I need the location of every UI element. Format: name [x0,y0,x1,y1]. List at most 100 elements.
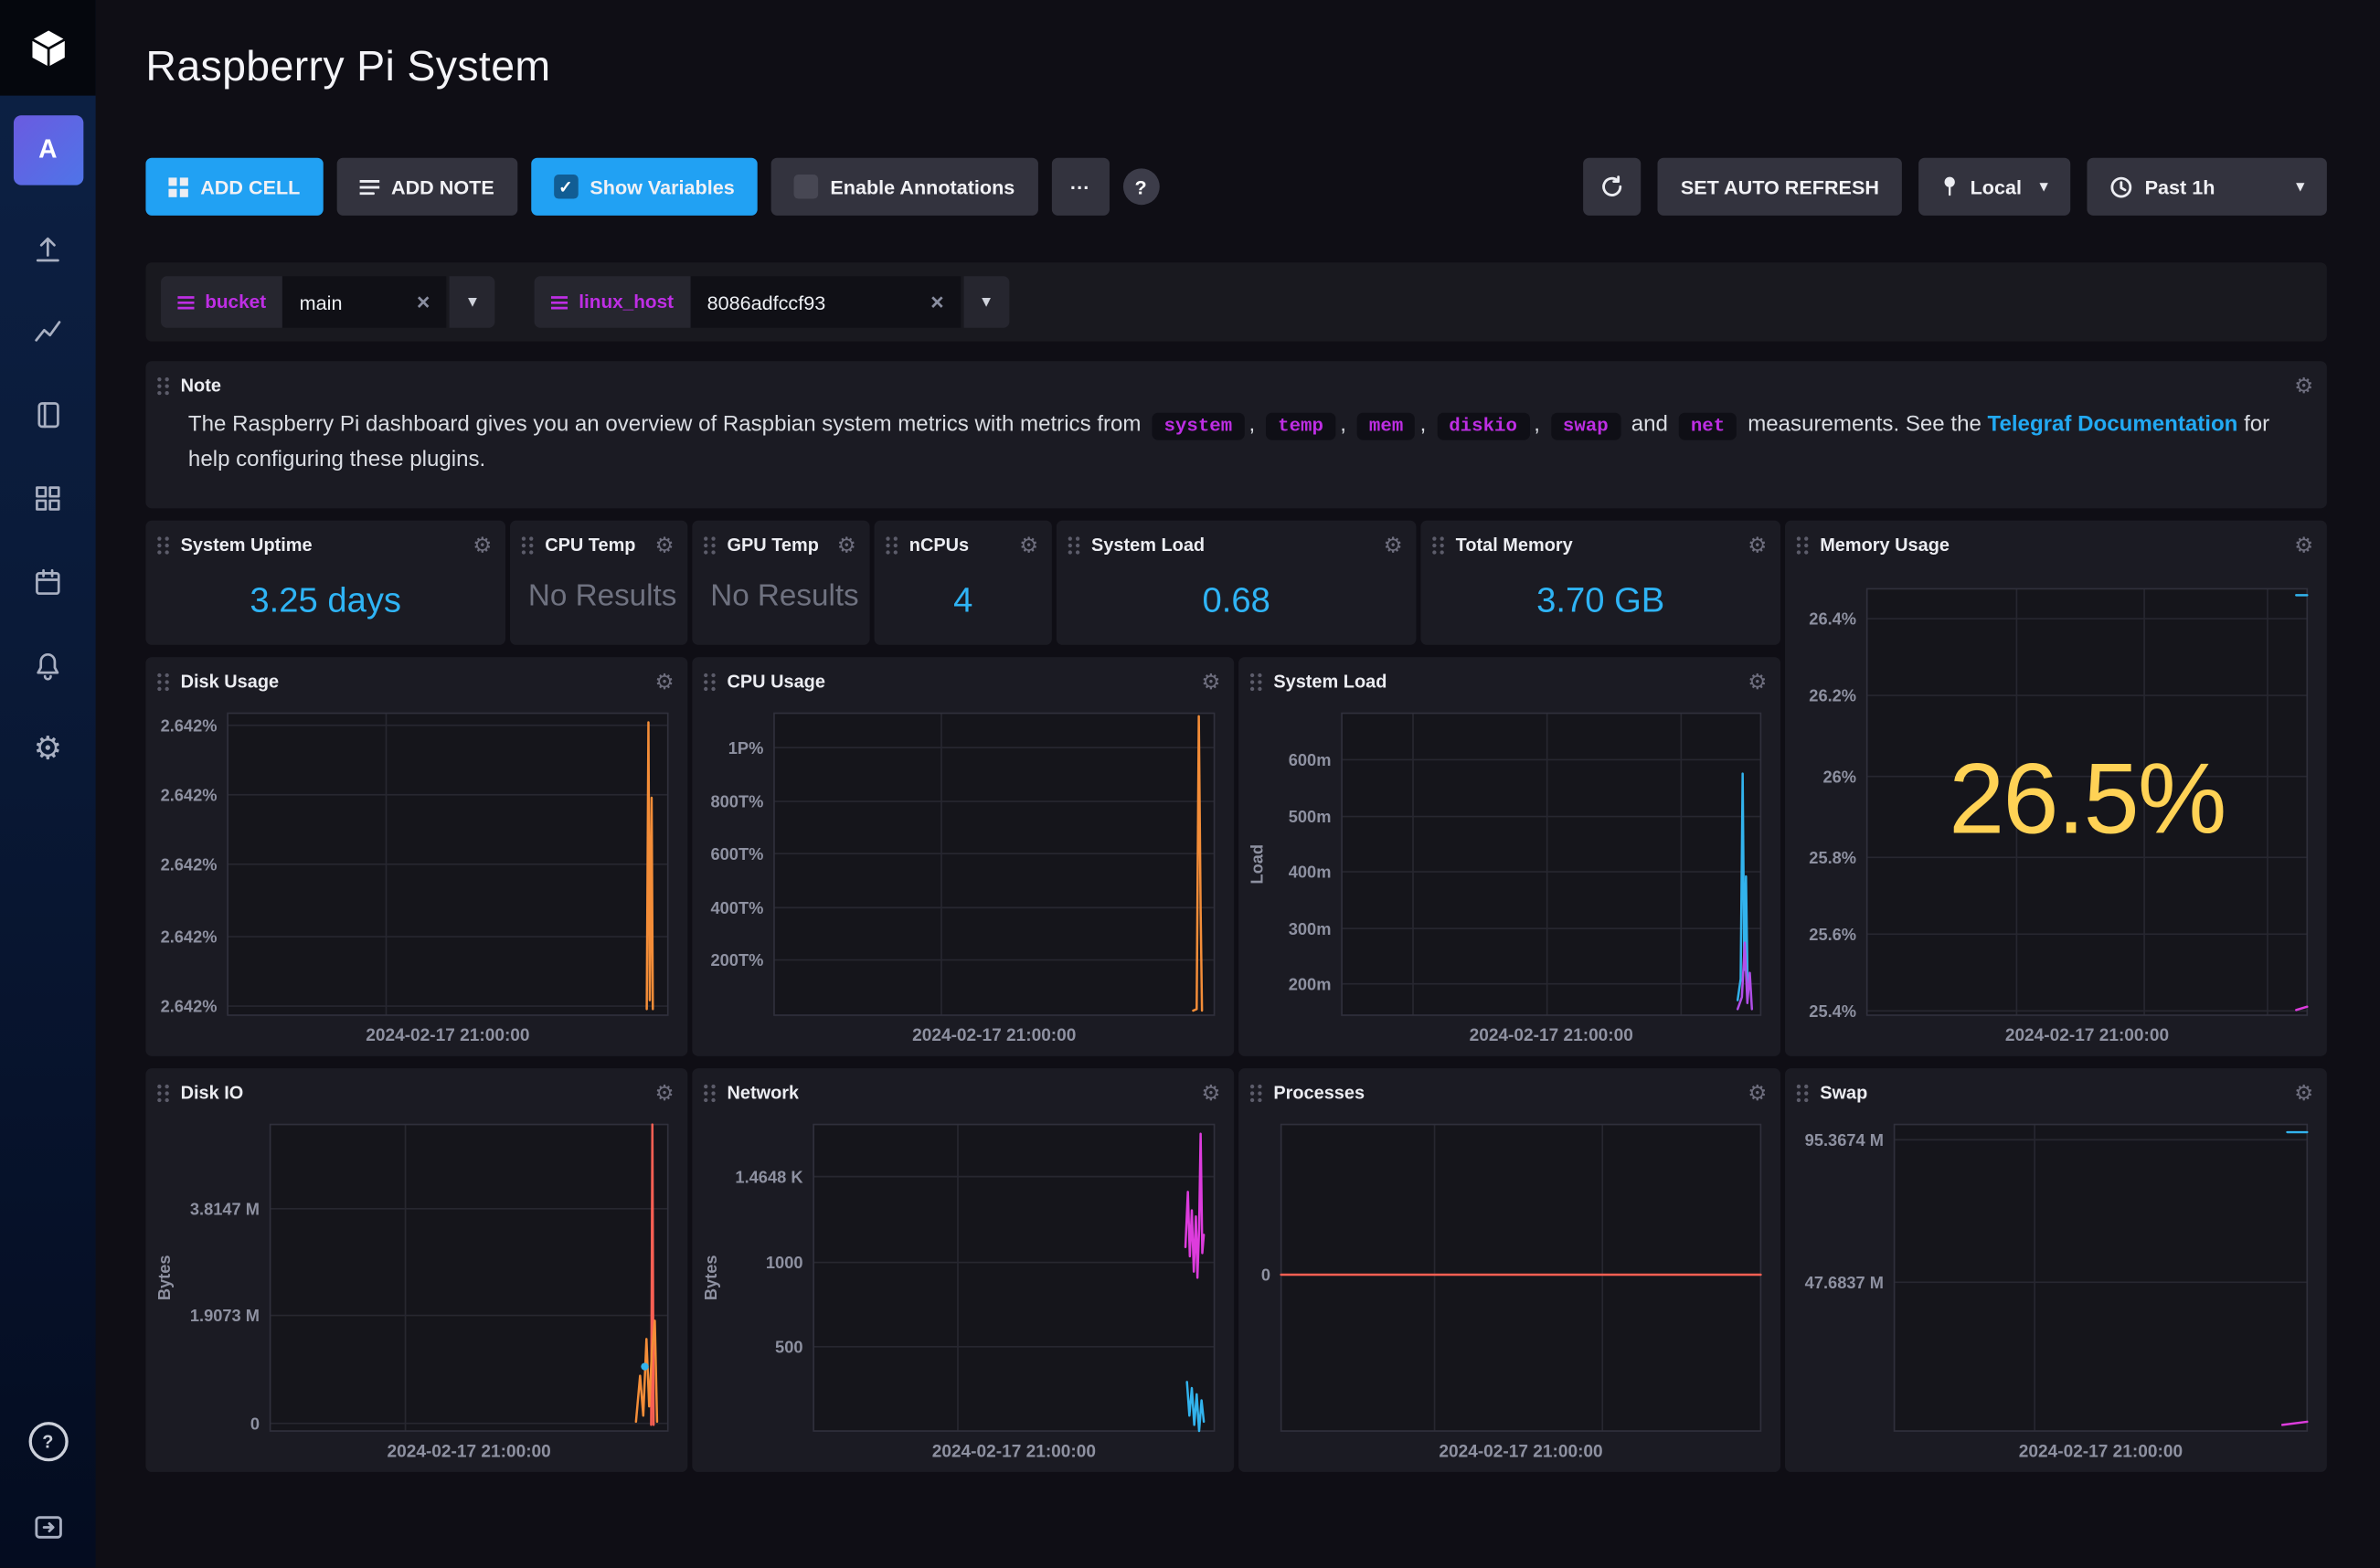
alerts-icon[interactable] [0,624,96,707]
drag-handle-icon[interactable] [1067,535,1080,555]
svg-text:1000: 1000 [766,1253,803,1272]
svg-text:1.9073 M: 1.9073 M [190,1306,260,1325]
gear-icon[interactable]: ⚙ [1748,535,1767,556]
drag-handle-icon[interactable] [1249,1083,1263,1103]
gear-icon[interactable]: ⚙ [1201,1082,1220,1103]
gear-icon[interactable]: ⚙ [1201,671,1220,692]
cell-title: Swap [1820,1082,1867,1103]
svg-text:2.642%: 2.642% [161,927,218,947]
gear-icon[interactable]: ⚙ [1748,671,1767,692]
variable-value-dropdown[interactable]: main × [282,276,446,327]
checkbox-checked-icon: ✓ [554,175,579,199]
chevron-down-icon: ▾ [2040,178,2047,195]
drag-handle-icon[interactable] [703,535,717,555]
notebooks-icon[interactable] [0,374,96,457]
time-range-dropdown[interactable]: Past 1h ▾ [2087,158,2326,216]
variable-name: linux_host [579,291,674,313]
data-explorer-icon[interactable] [0,290,96,373]
chart-cpu-usage[interactable]: 1P%800T%600T%400T%200T%2024-02-17 21:00:… [701,701,1225,1052]
drag-handle-icon[interactable] [521,535,535,555]
refresh-button[interactable] [1584,158,1642,216]
chart-memory-usage[interactable]: 26.4%26.2%26%25.8%25.6%25.4%2024-02-17 2… [1794,565,2318,1052]
version-update-icon[interactable] [0,1510,96,1543]
gear-icon[interactable]: ⚙ [837,535,856,556]
account-avatar[interactable]: A [13,115,82,185]
drag-handle-icon[interactable] [1796,1083,1810,1103]
gear-icon[interactable]: ⚙ [2294,375,2313,396]
empty-state-text: No Results [510,565,687,645]
single-stat-value: 3.25 days [145,565,505,645]
drag-handle-icon[interactable] [703,672,717,692]
drag-handle-icon[interactable] [156,672,170,692]
chart-canvas[interactable]: 2.642%2.642%2.642%2.642%2.642%2024-02-17… [154,701,678,1052]
dashboards-icon[interactable] [0,457,96,540]
svg-text:2024-02-17 21:00:00: 2024-02-17 21:00:00 [2005,1026,2169,1045]
gear-icon[interactable]: ⚙ [2294,1082,2313,1103]
variable-icon [551,295,568,309]
variable-value-dropdown[interactable]: 8086adfccf93 × [690,276,961,327]
svg-text:0: 0 [250,1414,260,1433]
note-icon [359,178,379,195]
timezone-dropdown[interactable]: Local ▾ [1918,158,2070,216]
gear-icon[interactable]: ⚙ [1748,1082,1767,1103]
add-cell-button[interactable]: ADD CELL [145,158,323,216]
gear-icon[interactable]: ⚙ [1384,535,1403,556]
gear-icon[interactable]: ⚙ [2294,535,2313,556]
svg-text:3.8147 M: 3.8147 M [190,1199,260,1218]
add-note-button[interactable]: ADD NOTE [336,158,516,216]
enable-annotations-toggle[interactable]: Enable Annotations [771,158,1038,216]
svg-text:600T%: 600T% [711,844,764,863]
drag-handle-icon[interactable] [703,1083,717,1103]
chart-swap[interactable]: 95.3674 M47.6837 M2024-02-17 21:00:00 [1794,1112,2318,1467]
svg-text:500: 500 [775,1337,802,1356]
cell-gpu-temp: GPU Temp ⚙ No Results [692,521,869,645]
drag-handle-icon[interactable] [1431,535,1445,555]
chart-canvas[interactable]: 1P%800T%600T%400T%200T%2024-02-17 21:00:… [701,701,1225,1052]
cell-disk-usage: Disk Usage ⚙ 2.642%2.642%2.642%2.642%2.6… [145,657,687,1056]
influxdb-logo-icon[interactable] [0,0,96,96]
tasks-icon[interactable] [0,540,96,623]
chart-canvas[interactable]: 02024-02-17 21:00:00 [1248,1112,1771,1467]
chart-network[interactable]: 1.4648 K1000500Bytes2024-02-17 21:00:00 [701,1112,1225,1467]
drag-handle-icon[interactable] [156,376,170,396]
clear-icon[interactable]: × [930,291,944,313]
chart-disk-io[interactable]: 3.8147 M1.9073 M0Bytes2024-02-17 21:00:0… [154,1112,678,1467]
drag-handle-icon[interactable] [1796,535,1810,555]
svg-text:200T%: 200T% [711,950,764,969]
variable-caret-button[interactable]: ▼ [963,276,1009,327]
chart-canvas[interactable]: 1.4648 K1000500Bytes2024-02-17 21:00:00 [701,1112,1225,1467]
drag-handle-icon[interactable] [156,535,170,555]
drag-handle-icon[interactable] [885,535,898,555]
clear-icon[interactable]: × [417,291,430,313]
show-variables-toggle[interactable]: ✓ Show Variables [531,158,758,216]
gear-icon[interactable]: ⚙ [473,535,492,556]
gear-icon[interactable]: ⚙ [654,535,674,556]
variable-name-button[interactable]: bucket [161,276,282,327]
chart-canvas[interactable]: 95.3674 M47.6837 M2024-02-17 21:00:00 [1794,1112,2318,1467]
chart-canvas[interactable]: 3.8147 M1.9073 M0Bytes2024-02-17 21:00:0… [154,1112,678,1467]
chart-processes[interactable]: 02024-02-17 21:00:00 [1248,1112,1771,1467]
variable-caret-button[interactable]: ▼ [450,276,495,327]
settings-icon[interactable]: ⚙ [0,707,96,790]
overflow-menu-button[interactable]: ··· [1051,158,1109,216]
chart-canvas[interactable]: 600m500m400m300m200mLoad2024-02-17 21:00… [1248,701,1771,1052]
svg-text:2.642%: 2.642% [161,715,218,735]
svg-text:2024-02-17 21:00:00: 2024-02-17 21:00:00 [2019,1442,2183,1461]
telegraf-docs-link[interactable]: Telegraf Documentation [1988,413,2238,438]
upload-data-icon[interactable] [0,207,96,290]
cell-title: GPU Temp [727,535,818,556]
gear-icon[interactable]: ⚙ [654,1082,674,1103]
set-auto-refresh-button[interactable]: SET AUTO REFRESH [1658,158,1902,216]
drag-handle-icon[interactable] [1249,672,1263,692]
chart-disk-usage[interactable]: 2.642%2.642%2.642%2.642%2.642%2024-02-17… [154,701,678,1052]
cell-network: Network ⚙ 1.4648 K1000500Bytes2024-02-17… [692,1068,1234,1472]
gear-icon[interactable]: ⚙ [1019,535,1038,556]
gear-icon[interactable]: ⚙ [654,671,674,692]
toolbar-help-button[interactable]: ? [1122,168,1159,205]
help-icon[interactable]: ? [28,1422,68,1461]
drag-handle-icon[interactable] [156,1083,170,1103]
variable-linux-host: linux_host 8086adfccf93 × ▼ [535,276,1009,327]
variable-name-button[interactable]: linux_host [535,276,690,327]
sidebar-bottom: ? [0,1422,96,1567]
chart-system-load[interactable]: 600m500m400m300m200mLoad2024-02-17 21:00… [1248,701,1771,1052]
